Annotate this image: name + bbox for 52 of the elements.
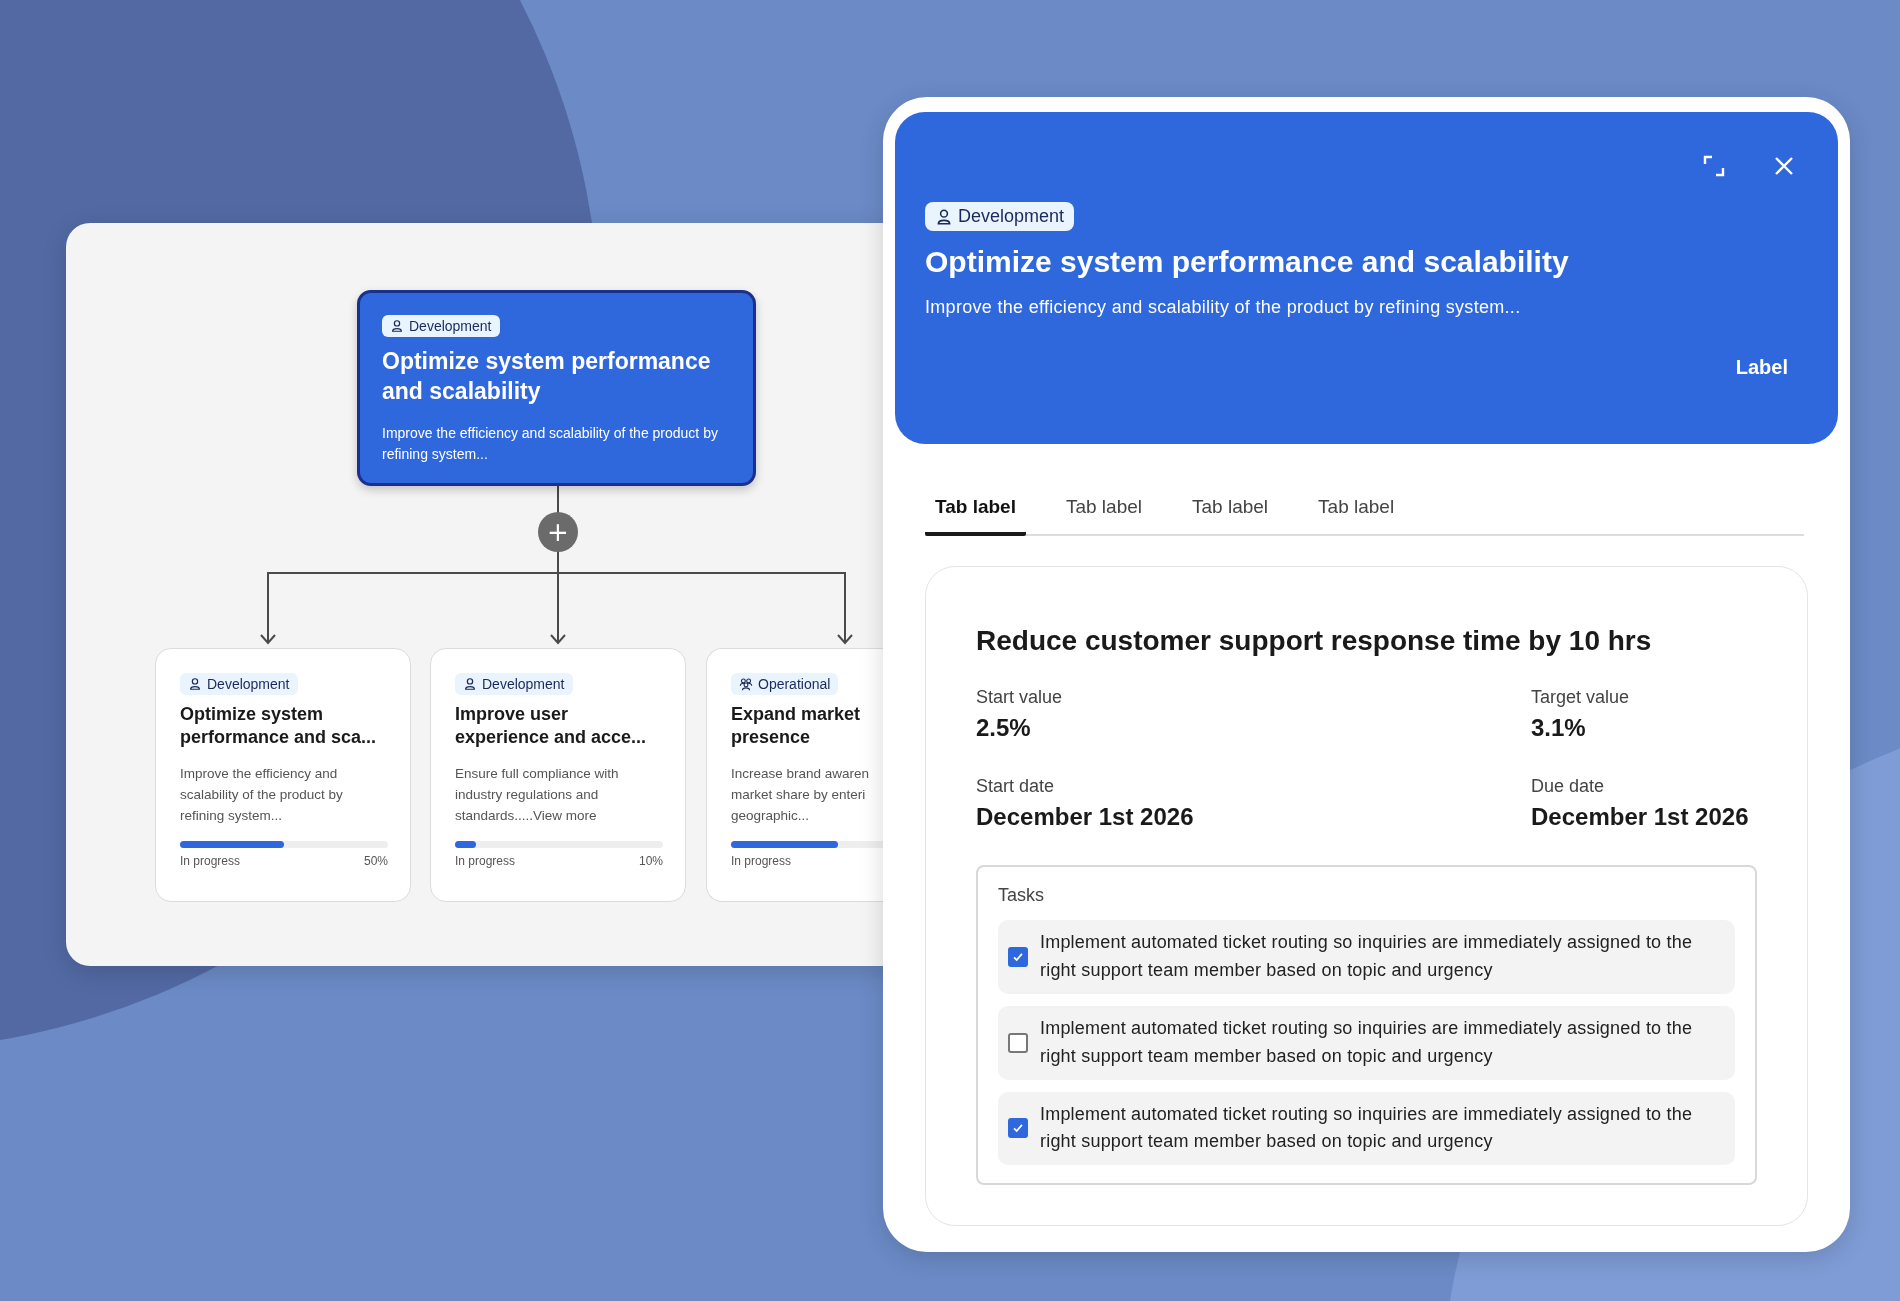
tab[interactable]: Tab label (1308, 484, 1405, 536)
tab[interactable]: Tab label (1055, 484, 1152, 536)
goal-node[interactable]: Development Optimize system performance and scalability Improve the efficiency and scalability of the product by refining system... (357, 290, 756, 486)
person-icon (188, 677, 202, 691)
add-button[interactable]: + (538, 512, 578, 552)
status-text: In progress (731, 853, 792, 868)
card-description: Improve the efficiency and scalability of the product by refining system... (180, 764, 343, 825)
people-icon (739, 677, 753, 691)
goal-card[interactable]: Operational Expand market presence Increase brand awaren market share by enteri geographic... In progress (706, 648, 883, 902)
expand-icon[interactable] (1702, 154, 1726, 178)
field-label: Due date (1531, 776, 1606, 797)
tag-label: Development (958, 206, 1065, 227)
tag-label: Development (482, 676, 565, 692)
card-title: Optimize system performance and sca... (180, 703, 377, 750)
card-description: Increase brand awaren market share by enteri geographic... (731, 764, 870, 825)
field-value: 2.5% (976, 714, 1032, 742)
tag-label: Operational (758, 676, 831, 692)
field-value: December 1st 2026 (1531, 803, 1750, 831)
panel-title: Optimize system performance and scalability (925, 245, 1569, 279)
checkbox[interactable] (1008, 1118, 1028, 1139)
status-text: In progress (455, 853, 516, 868)
field-label: Target value (1531, 687, 1631, 708)
percent-text: 50% (363, 853, 388, 868)
goal-card[interactable]: Development Improve user experience and acce... Ensure full compliance with industry regulations and standards.....View more In progress 10% (430, 648, 686, 902)
task-text: Implement automated ticket routing so inquiries are immediately assigned to the right support team member based on topic and urgency (1040, 1102, 1694, 1154)
label-button[interactable]: Label (1735, 352, 1788, 383)
tag-label: Development (207, 676, 290, 692)
tag-label: Development (409, 318, 492, 334)
person-icon (935, 207, 953, 226)
panel-description: Improve the efficiency and scalability of the product by refining system... (925, 297, 1521, 318)
person-icon (463, 677, 477, 691)
task-text: Implement automated ticket routing so inquiries are immediately assigned to the right support team member based on topic and urgency (1040, 1016, 1694, 1068)
field-value: December 1st 2026 (976, 803, 1195, 831)
task-text: Implement automated ticket routing so inquiries are immediately assigned to the right support team member based on topic and urgency (1040, 931, 1694, 982)
objective-title: Reduce customer support response time by 10 hrs (976, 625, 1653, 657)
node-title: Optimize system performance and scalability (382, 347, 712, 406)
status-text: In progress (180, 853, 241, 868)
card-description: Ensure full compliance with industry regulations and standards.....View more (455, 764, 619, 825)
percent-text: 10% (638, 853, 663, 868)
node-description: Improve the efficiency and scalability of the product by refining system... (382, 423, 719, 464)
field-value: 3.1% (1531, 714, 1587, 742)
card-title: Improve user experience and acce... (455, 703, 647, 750)
person-icon (390, 319, 404, 333)
card-title: Expand market presence (731, 703, 861, 750)
tasks-heading: Tasks (998, 885, 1045, 906)
field-label: Start date (976, 776, 1056, 797)
tab[interactable]: Tab label (925, 484, 1026, 536)
checkbox[interactable] (1008, 946, 1028, 967)
goal-card[interactable]: Development Optimize system performance and sca... Improve the efficiency and scalability of the product by refining system... In progress 50% (155, 648, 411, 902)
field-label: Start value (976, 687, 1064, 708)
tab[interactable]: Tab label (1182, 484, 1279, 536)
checkbox[interactable] (1008, 1032, 1028, 1053)
